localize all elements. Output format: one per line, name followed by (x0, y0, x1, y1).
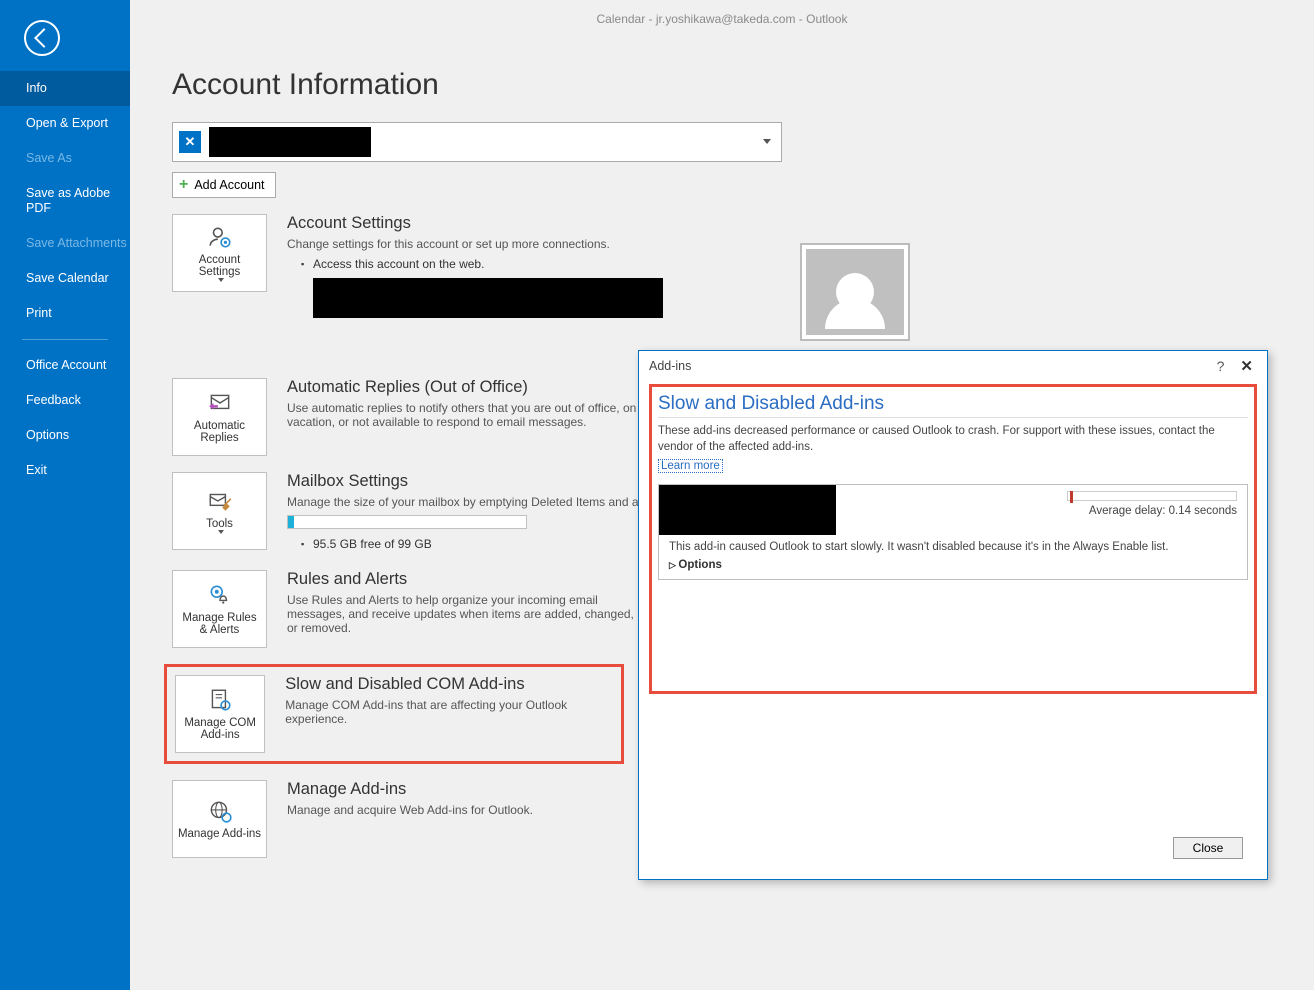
section-heading: Mailbox Settings (287, 472, 683, 491)
section-desc: Manage and acquire Web Add-ins for Outlo… (287, 803, 533, 817)
nav-save-attachments: Save Attachments (0, 226, 130, 261)
tile-label: Account Settings (177, 254, 262, 278)
tile-label: Manage Rules & Alerts (177, 612, 262, 636)
globe-gear-icon (207, 798, 233, 824)
add-account-label: Add Account (194, 178, 264, 192)
addin-options-toggle[interactable]: Options (659, 559, 1247, 579)
section-desc: Manage COM Add-ins that are affecting yo… (285, 698, 613, 726)
page-title: Account Information (172, 68, 1272, 102)
section-heading: Rules and Alerts (287, 570, 647, 589)
section-body: Account Settings Change settings for thi… (287, 214, 663, 318)
nav-save-adobe-pdf[interactable]: Save as Adobe PDF (0, 176, 130, 226)
account-settings-tile[interactable]: Account Settings (172, 214, 267, 292)
manage-web-addins-tile[interactable]: Manage Add-ins (172, 780, 267, 858)
redacted-account-name (209, 127, 371, 157)
section-desc: Manage the size of your mailbox by empty… (287, 495, 683, 509)
storage-fill (288, 516, 294, 528)
chevron-down-icon (218, 530, 224, 534)
section-body: Mailbox Settings Manage the size of your… (287, 472, 683, 554)
backstage-sidebar: Info Open & Export Save As Save as Adobe… (0, 0, 130, 990)
nav-exit[interactable]: Exit (0, 453, 130, 488)
nav-save-as: Save As (0, 141, 130, 176)
section-account-settings: Account Settings Account Settings Change… (172, 214, 1272, 318)
section-com-addins-highlighted: Manage COM Add-ins Slow and Disabled COM… (164, 664, 624, 764)
redacted-block (313, 278, 663, 318)
nav-feedback[interactable]: Feedback (0, 383, 130, 418)
storage-free-text: 95.5 GB free of 99 GB (301, 535, 683, 554)
manage-rules-tile[interactable]: Manage Rules & Alerts (172, 570, 267, 648)
mailbox-broom-icon (207, 488, 233, 514)
dialog-titlebar: Add-ins ? ✕ (639, 351, 1267, 381)
plus-icon: + (179, 177, 188, 193)
nav-info[interactable]: Info (0, 71, 130, 106)
tile-label: Manage Add-ins (178, 828, 261, 840)
addin-delay-gauge: Average delay: 0.14 seconds (836, 485, 1247, 535)
gauge-marker (1070, 491, 1073, 503)
dialog-heading: Slow and Disabled Add-ins (658, 393, 1248, 415)
tile-label: Automatic Replies (177, 420, 262, 444)
nav-open-export[interactable]: Open & Export (0, 106, 130, 141)
account-dropdown[interactable] (172, 122, 782, 162)
learn-more-link[interactable]: Learn more (658, 459, 723, 473)
section-desc: Use Rules and Alerts to help organize yo… (287, 593, 647, 635)
tools-tile[interactable]: Tools (172, 472, 267, 550)
exchange-icon (179, 131, 201, 153)
section-heading: Account Settings (287, 214, 663, 233)
chevron-down-icon (218, 278, 224, 282)
tile-label: Tools (206, 518, 233, 530)
nav-save-calendar[interactable]: Save Calendar (0, 261, 130, 296)
profile-photo-frame[interactable] (800, 243, 910, 341)
addins-dialog: Add-ins ? ✕ Slow and Disabled Add-ins Th… (638, 350, 1268, 880)
section-heading: Slow and Disabled COM Add-ins (285, 675, 613, 694)
bullet-web-access[interactable]: Access this account on the web. (301, 255, 663, 274)
person-gear-icon (207, 224, 233, 250)
window-title: Calendar - jr.yoshikawa@takeda.com - Out… (130, 12, 1314, 26)
avg-delay-text: Average delay: 0.14 seconds (1089, 505, 1237, 517)
divider (658, 417, 1248, 418)
document-gear-icon (207, 687, 233, 713)
redacted-addin-name (659, 485, 836, 535)
automatic-replies-tile[interactable]: Automatic Replies (172, 378, 267, 456)
gear-bell-icon (207, 582, 233, 608)
dialog-desc: These add-ins decreased performance or c… (658, 424, 1248, 455)
section-body: Rules and Alerts Use Rules and Alerts to… (287, 570, 647, 639)
dialog-help-button[interactable]: ? (1207, 358, 1235, 374)
dialog-close-x[interactable]: ✕ (1234, 357, 1259, 375)
reply-arrow-icon (207, 390, 233, 416)
nav-office-account[interactable]: Office Account (0, 348, 130, 383)
back-button[interactable] (24, 20, 60, 56)
section-body: Automatic Replies (Out of Office) Use au… (287, 378, 647, 433)
nav-print[interactable]: Print (0, 296, 130, 331)
tile-label: Manage COM Add-ins (180, 717, 260, 741)
section-body: Manage Add-ins Manage and acquire Web Ad… (287, 780, 533, 821)
avatar-placeholder-icon (806, 249, 904, 335)
section-body: Slow and Disabled COM Add-ins Manage COM… (285, 675, 613, 730)
chevron-down-icon (763, 139, 771, 144)
section-heading: Automatic Replies (Out of Office) (287, 378, 647, 397)
dialog-close-button[interactable]: Close (1173, 837, 1243, 859)
dialog-title: Add-ins (649, 359, 691, 373)
manage-com-addins-tile[interactable]: Manage COM Add-ins (175, 675, 265, 753)
section-desc: Change settings for this account or set … (287, 237, 663, 251)
storage-bar (287, 515, 527, 529)
addin-status-msg: This add-in caused Outlook to start slow… (659, 535, 1247, 559)
add-account-button[interactable]: + Add Account (172, 172, 276, 198)
dialog-highlight-frame: Slow and Disabled Add-ins These add-ins … (649, 384, 1257, 694)
section-desc: Use automatic replies to notify others t… (287, 401, 647, 429)
gauge-track (1067, 491, 1237, 501)
back-arrow-icon (34, 28, 54, 48)
addin-entry: Average delay: 0.14 seconds This add-in … (658, 484, 1248, 580)
section-heading: Manage Add-ins (287, 780, 533, 799)
nav-options[interactable]: Options (0, 418, 130, 453)
nav-separator (22, 339, 108, 340)
